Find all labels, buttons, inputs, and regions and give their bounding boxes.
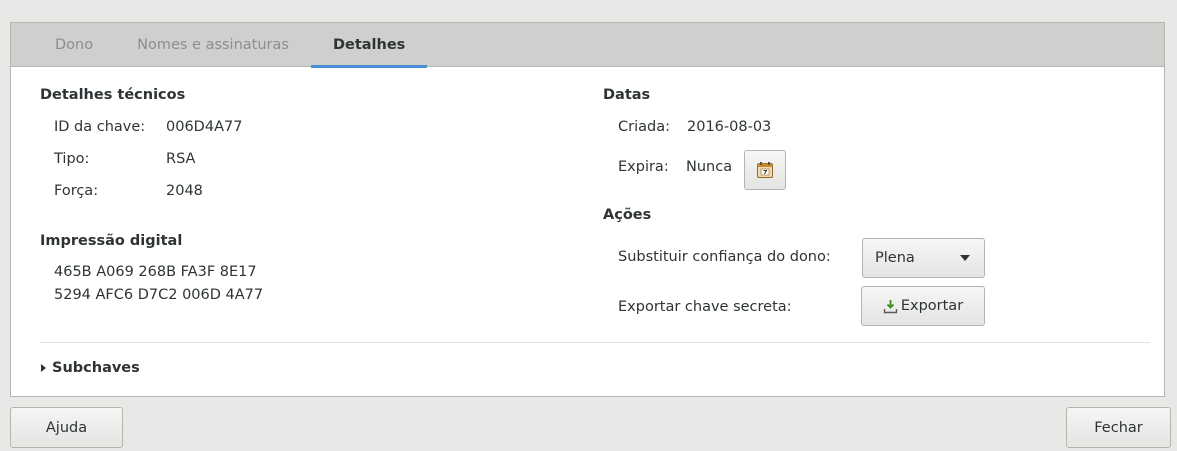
tab-names-signatures[interactable]: Nomes e assinaturas: [115, 23, 311, 67]
export-icon: [883, 299, 898, 313]
type-value: RSA: [166, 151, 196, 167]
fingerprint-line-2: 5294 AFC6 D7C2 006D 4A77: [54, 287, 264, 303]
dates-heading: Datas: [603, 87, 651, 103]
key-id-label: ID da chave:: [54, 119, 146, 135]
close-button[interactable]: Fechar: [1066, 407, 1171, 448]
fingerprint-line-1: 465B A069 268B FA3F 8E17: [54, 264, 257, 280]
help-button[interactable]: Ajuda: [10, 407, 123, 448]
notebook: Dono Nomes e assinaturas Detalhes Detalh…: [10, 22, 1165, 397]
tab-bar: Dono Nomes e assinaturas Detalhes: [11, 23, 1164, 68]
technical-details-heading: Detalhes técnicos: [40, 87, 186, 103]
expiry-date-button[interactable]: [744, 150, 786, 190]
key-id-value: 006D4A77: [166, 119, 243, 135]
created-label: Criada:: [618, 119, 670, 135]
actions-heading: Ações: [603, 207, 652, 223]
trust-override-label: Substituir confiança do dono:: [618, 249, 831, 265]
tab-details[interactable]: Detalhes: [310, 23, 428, 68]
expires-label: Expira:: [618, 159, 669, 175]
strength-label: Força:: [54, 183, 99, 199]
created-value: 2016-08-03: [687, 119, 772, 135]
owner-trust-dropdown[interactable]: Plena: [862, 238, 985, 278]
tab-owner[interactable]: Dono: [33, 23, 115, 67]
export-button[interactable]: Exportar: [861, 286, 985, 326]
chevron-down-icon: [960, 255, 970, 261]
fingerprint-heading: Impressão digital: [40, 233, 183, 249]
export-secret-key-label: Exportar chave secreta:: [618, 299, 792, 315]
owner-trust-selected: Plena: [875, 250, 915, 266]
subkeys-expander[interactable]: Subchaves: [52, 360, 140, 376]
expires-value: Nunca: [686, 159, 733, 175]
strength-value: 2048: [166, 183, 203, 199]
expander-arrow-icon[interactable]: [41, 364, 46, 372]
type-label: Tipo:: [54, 151, 90, 167]
separator: [40, 342, 1150, 343]
export-button-label: Exportar: [900, 298, 964, 314]
calendar-icon: [757, 162, 773, 178]
